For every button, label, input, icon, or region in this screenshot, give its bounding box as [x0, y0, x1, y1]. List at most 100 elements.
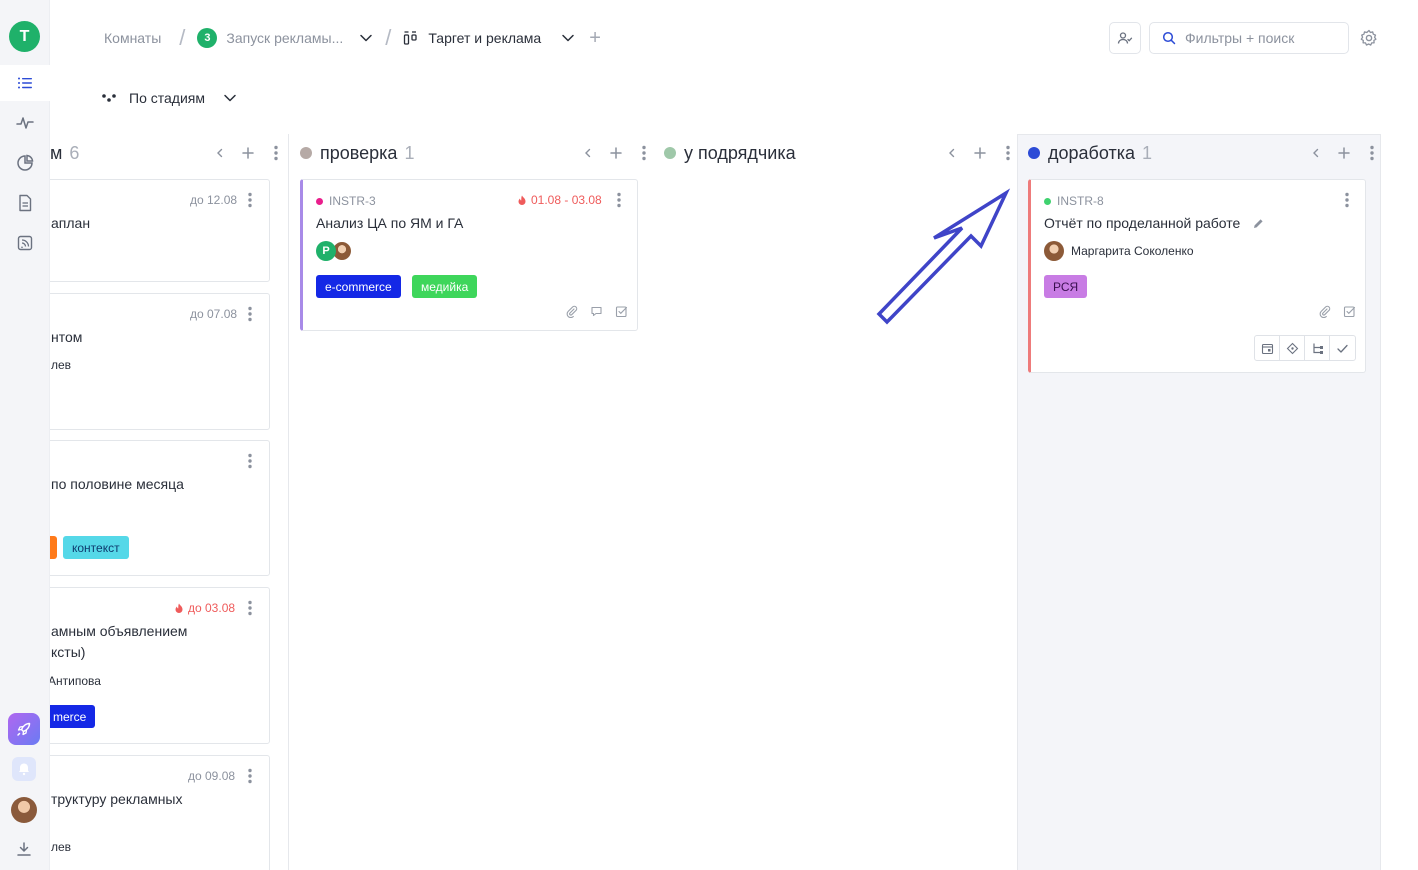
column-actions: [1308, 145, 1380, 161]
subtask-button[interactable]: [1305, 336, 1330, 360]
feed-icon: [17, 235, 33, 251]
kebab-icon[interactable]: [248, 192, 252, 208]
column-header: проверка 1: [300, 140, 414, 166]
rail-item-documents[interactable]: [0, 185, 50, 221]
stage-dot: [1028, 147, 1040, 159]
card-code: INSTR-3: [316, 194, 376, 208]
column-menu-button[interactable]: [1364, 145, 1380, 161]
rail-item-feed[interactable]: [0, 225, 50, 261]
chevron-down-icon[interactable]: [561, 31, 575, 45]
kebab-icon: [642, 145, 646, 161]
breadcrumb-rooms[interactable]: Комнаты: [104, 30, 161, 46]
add-card-button[interactable]: [1336, 145, 1352, 161]
card-meta: [565, 305, 628, 318]
rail-item-activity[interactable]: [0, 105, 50, 141]
assignee-avatar[interactable]: P: [316, 241, 336, 261]
card-assignee: Антипова: [48, 674, 101, 688]
task-card[interactable]: до 09.08 труктуру рекламных лев: [36, 755, 270, 870]
collapse-column-button[interactable]: [1308, 145, 1324, 161]
kebab-icon[interactable]: [617, 192, 621, 208]
users-icon: [1117, 32, 1133, 44]
card-due-text: 01.08 - 03.08: [531, 193, 602, 207]
card-title: Анализ ЦА по ЯМ и ГА: [316, 215, 464, 231]
card-meta: [1318, 305, 1356, 318]
card-code-text: INSTR-3: [329, 194, 376, 208]
complete-button[interactable]: [1330, 336, 1355, 360]
search-field[interactable]: [1149, 22, 1349, 54]
column-title[interactable]: проверка: [320, 143, 397, 164]
collapse-column-button[interactable]: [944, 145, 960, 161]
column-title[interactable]: доработка: [1048, 143, 1135, 164]
assignee-name: Маргарита Соколенко: [1071, 244, 1194, 258]
card-due-date: 01.08 - 03.08: [517, 193, 602, 207]
column-menu-button[interactable]: [636, 145, 652, 161]
add-card-button[interactable]: [972, 145, 988, 161]
tag-media: медийка: [412, 275, 478, 298]
search-icon: [1162, 31, 1176, 45]
kebab-icon[interactable]: [248, 768, 252, 784]
task-card[interactable]: INSTR-8 Отчёт по проделанной работе Марг…: [1028, 179, 1366, 373]
card-title: нтом: [51, 329, 83, 345]
attachment-icon: [1318, 305, 1331, 318]
search-input[interactable]: [1185, 30, 1335, 46]
collapse-column-button[interactable]: [212, 145, 228, 161]
assignee-avatar[interactable]: [1044, 241, 1064, 261]
task-card[interactable]: до 03.08 амным объявлением ксты) Антипов…: [36, 587, 270, 744]
members-button[interactable]: [1109, 22, 1141, 54]
pencil-icon[interactable]: [1252, 218, 1264, 230]
tag-context: контекст: [63, 536, 129, 559]
card-title: по половине месяца: [51, 476, 184, 492]
gear-icon[interactable]: [1359, 28, 1379, 48]
subtask-icon: [1312, 343, 1323, 354]
breadcrumb-board[interactable]: Таргет и реклама: [428, 30, 541, 46]
stage-dot: [300, 147, 312, 159]
column-title[interactable]: м: [50, 143, 62, 164]
kebab-icon[interactable]: [1345, 192, 1349, 208]
rocket-button[interactable]: [8, 713, 40, 745]
column-menu-button[interactable]: [1000, 145, 1016, 161]
card-due-date: до 09.08: [188, 769, 236, 783]
tag-rsya: РСЯ: [1044, 275, 1088, 298]
rail-item-reports[interactable]: [0, 145, 50, 181]
add-card-button[interactable]: [608, 145, 624, 161]
group-by-selector[interactable]: По стадиям: [101, 88, 237, 108]
chevron-left-icon: [1313, 148, 1319, 158]
task-card[interactable]: INSTR-3 01.08 - 03.08 Анализ ЦА по ЯМ и …: [300, 179, 638, 331]
checklist-icon: [615, 305, 628, 318]
task-card[interactable]: до 12.08 аплан: [36, 179, 270, 282]
collapse-column-button[interactable]: [580, 145, 596, 161]
rail-item-tasks[interactable]: [0, 65, 50, 101]
add-card-button[interactable]: [240, 145, 256, 161]
column-header: доработка 1: [1028, 140, 1152, 166]
user-avatar[interactable]: [11, 797, 37, 823]
stages-icon: [102, 94, 116, 102]
column-menu-button[interactable]: [268, 145, 284, 161]
kebab-icon[interactable]: [248, 600, 252, 616]
card-due-date: до 03.08: [174, 601, 235, 615]
notifications-button[interactable]: [12, 757, 36, 781]
kebab-icon[interactable]: [248, 306, 252, 322]
calendar-button[interactable]: [1255, 336, 1280, 360]
kebab-icon[interactable]: [248, 453, 252, 469]
priority-dot: [1044, 197, 1051, 205]
column-count: 6: [69, 142, 80, 163]
plus-icon: [974, 147, 986, 159]
card-code: INSTR-8: [1044, 194, 1104, 208]
column-count: 1: [1142, 142, 1153, 163]
kebab-icon: [1370, 145, 1374, 161]
check-icon: [1337, 344, 1348, 353]
task-card[interactable]: по половине месяца контекст: [36, 440, 270, 576]
add-tab-button[interactable]: +: [589, 28, 601, 48]
board-icon: [404, 31, 418, 45]
column-title[interactable]: у подрядчика: [684, 143, 796, 164]
task-card[interactable]: до 07.08 нтом лев: [36, 293, 270, 430]
kebab-icon: [1006, 145, 1010, 161]
workspace-avatar[interactable]: T: [9, 21, 40, 52]
breadcrumb-project[interactable]: Запуск рекламы...: [226, 30, 343, 46]
column-count: 1: [404, 142, 415, 163]
tag-button[interactable]: [1280, 336, 1305, 360]
fire-icon: [175, 603, 183, 613]
chevron-down-icon[interactable]: [359, 31, 373, 45]
download-button[interactable]: [14, 839, 34, 859]
bell-icon: [19, 763, 29, 776]
